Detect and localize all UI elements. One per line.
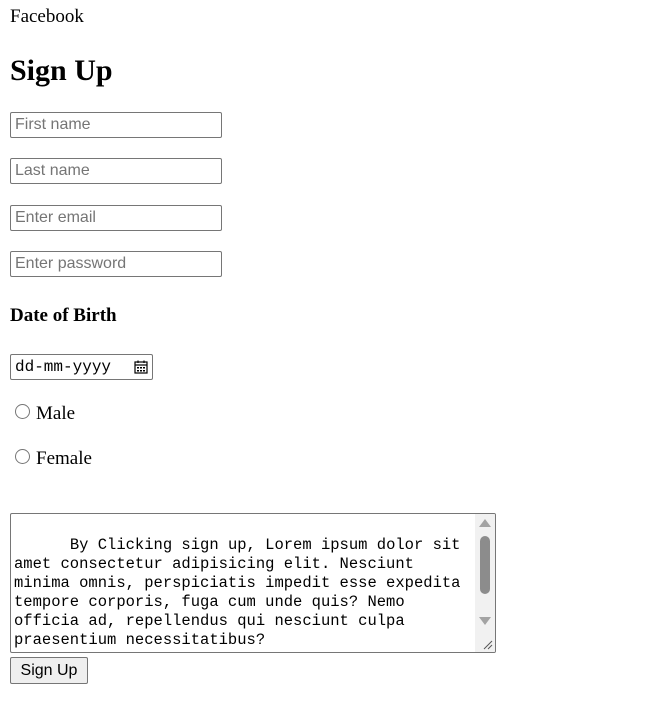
- arrow-up-icon[interactable]: [479, 519, 491, 527]
- last-name-field[interactable]: [10, 158, 222, 184]
- terms-text: By Clicking sign up, Lorem ipsum dolor s…: [14, 536, 470, 649]
- page-title: Sign Up: [10, 54, 113, 87]
- female-radio[interactable]: [15, 449, 30, 464]
- date-placeholder: dd-mm-yyyy: [15, 358, 112, 376]
- dob-heading: Date of Birth: [10, 305, 117, 326]
- resize-grip-icon[interactable]: [481, 638, 493, 650]
- date-of-birth-input[interactable]: dd-mm-yyyy: [10, 354, 153, 380]
- brand-text: Facebook: [10, 6, 84, 27]
- scroll-thumb[interactable]: [480, 536, 490, 594]
- female-label: Female: [36, 448, 92, 469]
- first-name-field[interactable]: [10, 112, 222, 138]
- terms-textarea[interactable]: By Clicking sign up, Lorem ipsum dolor s…: [10, 513, 496, 653]
- male-label: Male: [36, 403, 76, 424]
- password-field[interactable]: [10, 251, 222, 277]
- terms-scrollbar[interactable]: [475, 514, 495, 652]
- email-field[interactable]: [10, 205, 222, 231]
- sign-up-button[interactable]: Sign Up: [10, 657, 88, 684]
- calendar-icon[interactable]: [134, 360, 148, 374]
- arrow-down-icon[interactable]: [479, 617, 491, 625]
- male-radio[interactable]: [15, 404, 30, 419]
- signup-page: Facebook Sign Up Date of Birth dd-mm-yyy…: [0, 0, 649, 712]
